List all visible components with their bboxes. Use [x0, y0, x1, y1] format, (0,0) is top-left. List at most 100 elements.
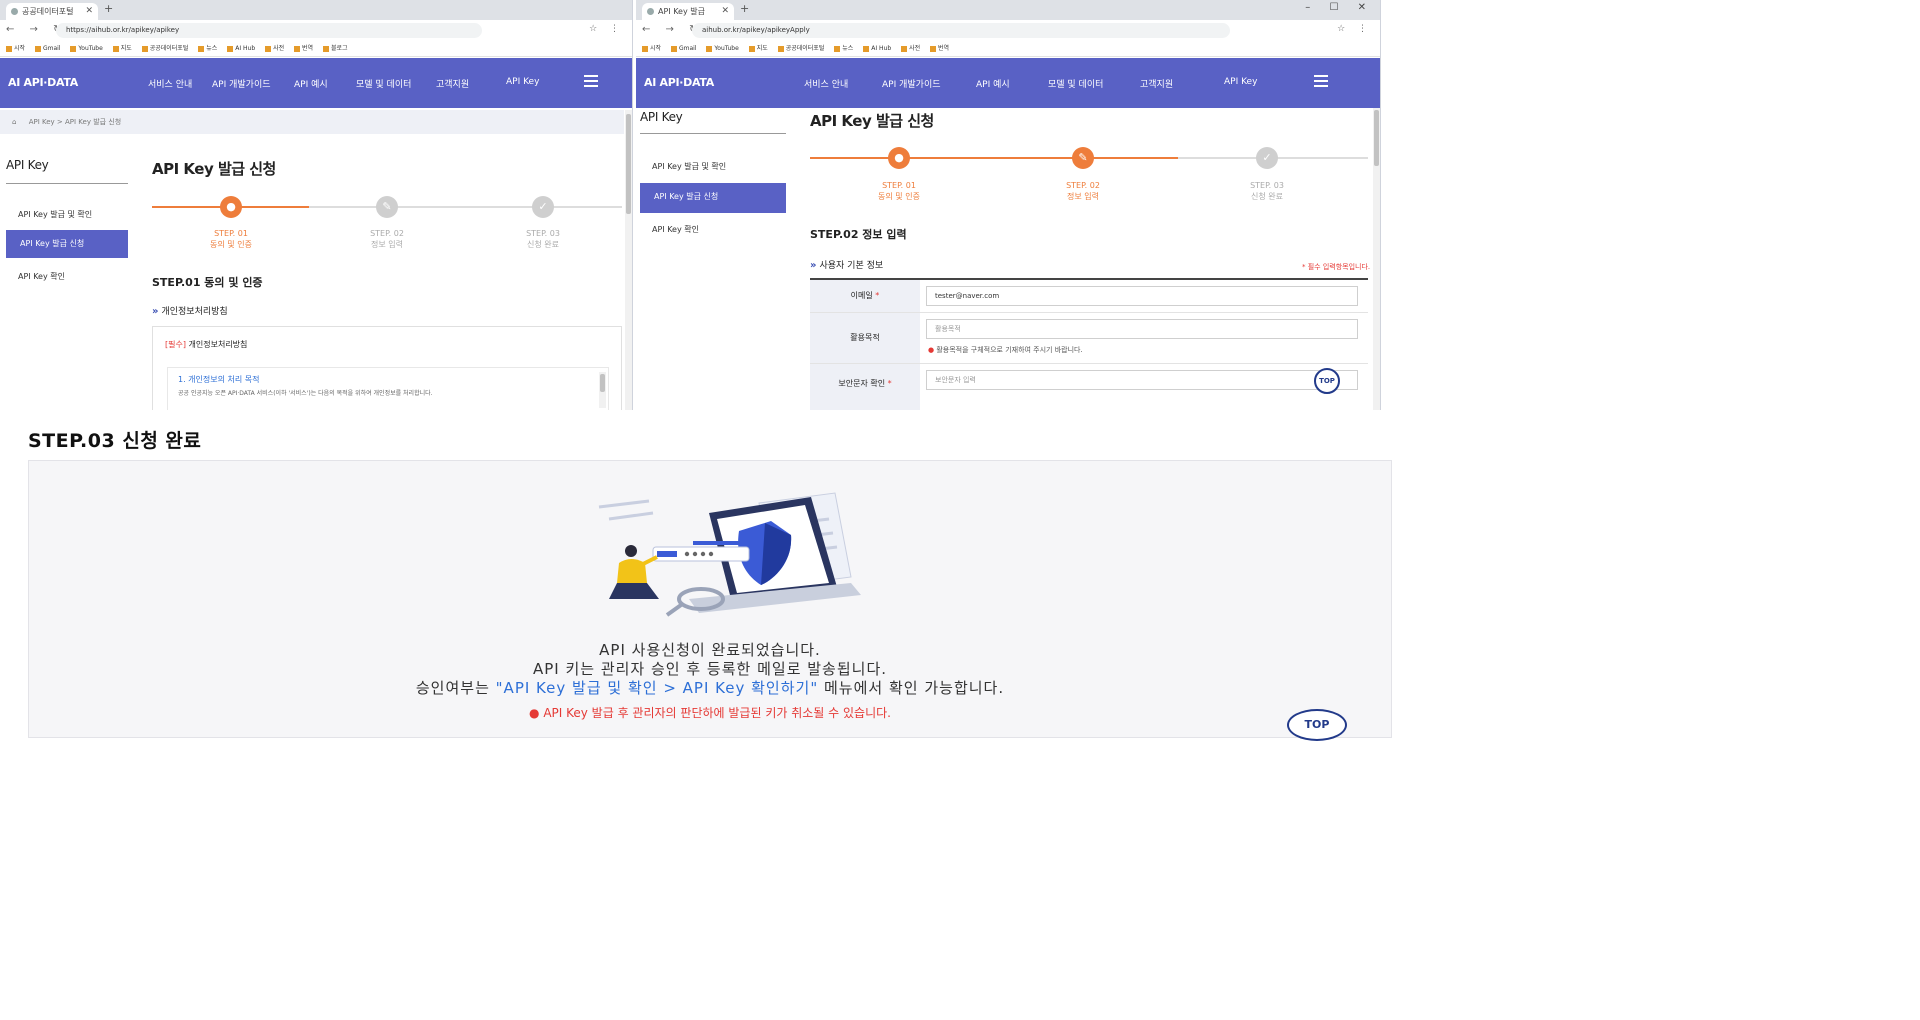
page-scrollbar[interactable]: [625, 110, 632, 410]
step3-heading: STEP.03 신청 완료: [28, 430, 202, 452]
bookmark-item[interactable]: 시작: [642, 41, 661, 56]
bookmark-item[interactable]: 시작: [6, 41, 25, 56]
privacy-scroll-area[interactable]: 1. 개인정보의 처리 목적 공공 인공지능 오픈 API·DATA 서비스(이…: [167, 367, 609, 410]
toolbar-icons[interactable]: ☆ ⋮: [1337, 24, 1372, 34]
home-icon[interactable]: ⌂: [12, 118, 16, 126]
email-label: 이메일 *: [810, 280, 920, 312]
form-row-purpose: 활용목적 활용목적 ● 활용목적을 구체적으로 기재하여 주시기 바랍니다.: [810, 313, 1368, 364]
completion-line-1: API 사용신청이 완료되었습니다.: [599, 641, 821, 659]
hamburger-menu-icon[interactable]: [584, 75, 598, 87]
new-tab-icon[interactable]: +: [104, 2, 113, 15]
bookmark-item[interactable]: 뉴스: [834, 41, 853, 56]
site-logo[interactable]: AI API·DATA: [8, 76, 78, 89]
privacy-scrollbar[interactable]: [599, 372, 606, 408]
sidebar-item-confirm[interactable]: API Key 확인: [652, 224, 699, 235]
sidebar-title: API Key: [6, 158, 49, 172]
check-icon: ✓: [1256, 147, 1278, 169]
nav-models-data[interactable]: 모델 및 데이터: [1048, 77, 1103, 90]
privacy-item-text: 공공 인공지능 오픈 API·DATA 서비스(이하 '서비스')는 다음의 목…: [178, 390, 433, 397]
bookmark-item[interactable]: Gmail: [671, 41, 697, 56]
password-field-icon: [652, 546, 750, 562]
url-field[interactable]: aihub.or.kr/apikey/apikeyApply: [692, 23, 1230, 38]
nav-dev-guide[interactable]: API 개발가이드: [882, 77, 941, 90]
cancel-warning: ● API Key 발급 후 관리자의 판단하에 발급된 키가 취소될 수 있습…: [529, 706, 891, 720]
step-1-label: STEP. 01 동의 및 인증: [210, 229, 252, 249]
tab-title: API Key 발급: [658, 7, 705, 16]
bookmark-item[interactable]: AI Hub: [863, 41, 891, 56]
step-3-label: STEP. 03 신청 완료: [1250, 181, 1284, 201]
close-tab-icon[interactable]: ✕: [85, 3, 93, 20]
bookmark-item[interactable]: 번역: [294, 41, 313, 56]
privacy-item-title: 1. 개인정보의 처리 목적: [178, 375, 260, 384]
window-controls-icons[interactable]: – ☐ ✕: [1305, 2, 1374, 13]
site-logo[interactable]: AI API·DATA: [644, 76, 714, 89]
bookmark-item[interactable]: 공공데이터포털: [778, 41, 825, 56]
nav-support[interactable]: 고객지원: [1140, 77, 1173, 90]
warning-icon: ●: [529, 706, 540, 720]
nav-api-key[interactable]: API Key: [1224, 77, 1257, 87]
breadcrumb: ⌂ API Key > API Key 발급 신청: [0, 110, 624, 134]
section-title: STEP.02 정보 입력: [810, 228, 907, 241]
nav-service-guide[interactable]: 서비스 안내: [148, 77, 192, 90]
top-button[interactable]: TOP: [1314, 368, 1340, 394]
bookmark-item[interactable]: Gmail: [35, 41, 61, 56]
url-field[interactable]: https://aihub.or.kr/apikey/apikey: [56, 23, 482, 38]
apikey-menu-link[interactable]: "API Key 발급 및 확인 > API Key 확인하기": [496, 679, 819, 697]
nav-service-guide[interactable]: 서비스 안내: [804, 77, 848, 90]
bookmark-item[interactable]: AI Hub: [227, 41, 255, 56]
bookmark-item[interactable]: 공공데이터포털: [142, 41, 189, 56]
sidebar-divider: [6, 183, 128, 184]
privacy-box: [필수] 개인정보처리방침 1. 개인정보의 처리 목적 공공 인공지능 오픈 …: [152, 326, 622, 410]
bookmark-item[interactable]: 사전: [265, 41, 284, 56]
step-progress-active: [810, 157, 1178, 159]
bookmark-item[interactable]: 지도: [749, 41, 768, 56]
toolbar-icons[interactable]: ☆ ⋮: [589, 24, 624, 34]
close-tab-icon[interactable]: ✕: [721, 3, 729, 20]
step-1-label: STEP. 01 동의 및 인증: [878, 181, 920, 201]
sidebar-item-issue-check[interactable]: API Key 발급 및 확인: [652, 161, 726, 172]
privacy-box-title: [필수] 개인정보처리방침: [165, 340, 248, 349]
sidebar-item-confirm[interactable]: API Key 확인: [18, 271, 65, 282]
nav-api-key[interactable]: API Key: [506, 77, 539, 87]
step-progress-rest: [309, 206, 622, 208]
sidebar-item-apply[interactable]: API Key 발급 신청: [640, 183, 786, 213]
page-title: API Key 발급 신청: [810, 112, 934, 130]
bookmark-item[interactable]: 번역: [930, 41, 949, 56]
purpose-warning: ● 활용목적을 구체적으로 기재하여 주시기 바랍니다.: [928, 346, 1083, 354]
sidebar-item-issue-check[interactable]: API Key 발급 및 확인: [18, 209, 92, 220]
completion-line-2: API 키는 관리자 승인 후 등록한 메일로 발송됩니다.: [532, 660, 888, 678]
nav-api-example[interactable]: API 예시: [976, 77, 1010, 90]
step-2-label: STEP. 02 정보 입력: [1066, 181, 1100, 201]
bookmark-item[interactable]: 블로그: [323, 41, 348, 56]
bookmark-item[interactable]: YouTube: [70, 41, 102, 56]
purpose-field[interactable]: 활용목적: [926, 319, 1358, 339]
completion-line-3: 승인여부는 "API Key 발급 및 확인 > API Key 확인하기" 메…: [415, 679, 1005, 697]
pencil-icon: ✎: [376, 196, 398, 218]
captcha-field[interactable]: 보안문자 입력: [926, 370, 1358, 390]
step3-panel: API 사용신청이 완료되었습니다. API 키는 관리자 승인 후 등록한 메…: [28, 460, 1392, 741]
nav-support[interactable]: 고객지원: [436, 77, 469, 90]
page-title: API Key 발급 신청: [152, 160, 276, 178]
site-header: AI API·DATA 서비스 안내 API 개발가이드 API 예시 모델 및…: [636, 58, 1380, 108]
bookmarks-bar: 시작 Gmail YouTube 지도 공공데이터포털 뉴스 AI Hub 사전…: [636, 41, 1380, 57]
hamburger-menu-icon[interactable]: [1314, 75, 1328, 87]
address-bar-row: ← → ↻ https://aihub.or.kr/apikey/apikey …: [0, 20, 632, 41]
email-field[interactable]: tester@naver.com: [926, 286, 1358, 306]
nav-api-example[interactable]: API 예시: [294, 77, 328, 90]
top-button[interactable]: TOP: [1287, 709, 1347, 741]
new-tab-icon[interactable]: +: [740, 2, 749, 15]
bookmark-item[interactable]: 사전: [901, 41, 920, 56]
nav-dev-guide[interactable]: API 개발가이드: [212, 77, 271, 90]
bookmark-item[interactable]: YouTube: [706, 41, 738, 56]
browser-tab[interactable]: 공공데이터포털 ✕: [6, 3, 98, 20]
step-2-label: STEP. 02 정보 입력: [370, 229, 404, 249]
nav-models-data[interactable]: 모델 및 데이터: [356, 77, 411, 90]
captcha-label: 보안문자 확인 *: [810, 364, 920, 410]
browser-tab[interactable]: API Key 발급 ✕: [642, 3, 734, 20]
bookmark-item[interactable]: 뉴스: [198, 41, 217, 56]
right-browser-window: API Key 발급 ✕ + – ☐ ✕ ← → ↻ aihub.or.kr/a…: [636, 0, 1381, 410]
sidebar-item-apply[interactable]: API Key 발급 신청: [6, 230, 128, 258]
form-row-captcha: 보안문자 확인 * 보안문자 입력: [810, 364, 1368, 410]
page-scrollbar[interactable]: [1373, 108, 1380, 410]
bookmark-item[interactable]: 지도: [113, 41, 132, 56]
